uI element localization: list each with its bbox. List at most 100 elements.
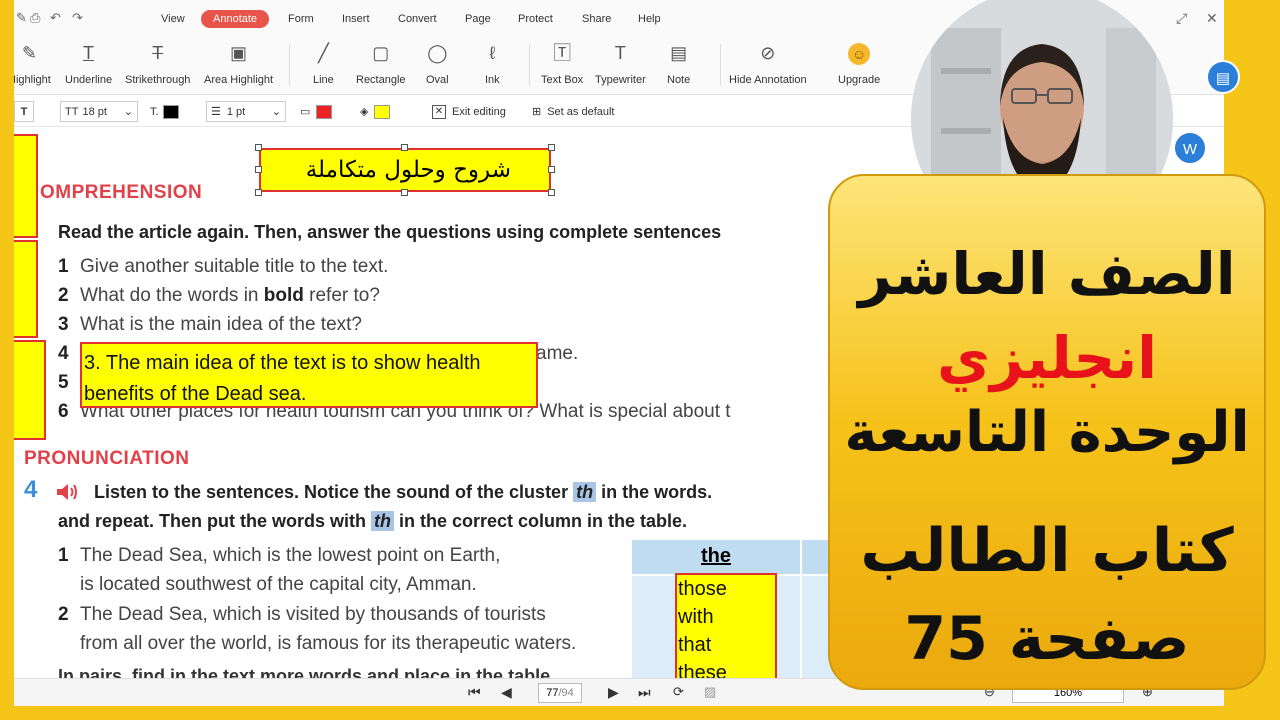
audio-speaker-icon[interactable] (56, 483, 78, 501)
upgrade-icon: ☺ (838, 40, 880, 66)
resize-handle[interactable] (548, 166, 555, 173)
pairs-instruction: In pairs, find in the text more words an… (58, 666, 551, 678)
resize-handle[interactable] (255, 189, 262, 196)
arabic-text-annotation[interactable]: شروح وحلول متكاملة (259, 148, 551, 192)
tool-text-box[interactable]: 🅃 Text Box (541, 40, 583, 86)
chevron-down-icon: ⌄ (123, 106, 133, 118)
menu-form[interactable]: Form (288, 13, 314, 25)
page-title: صفحة 75 (904, 604, 1190, 674)
font-size-select[interactable]: TT 18 pt ⌄ (60, 101, 138, 122)
question-3: 3 What is the main idea of the text? (58, 314, 362, 335)
text-box-icon: 🅃 (553, 43, 572, 63)
unit-title: الوحدة التاسعة (844, 400, 1250, 465)
tool-underline[interactable]: T Underline (65, 40, 112, 86)
tool-rectangle[interactable]: ▢ Rectangle (356, 40, 406, 86)
left-annotation-box[interactable] (14, 340, 46, 440)
font-size-icon: TT (65, 105, 79, 118)
oval-icon: ◯ (427, 43, 448, 63)
previous-page-icon[interactable]: ◀ (501, 684, 512, 701)
left-annotation-box[interactable] (14, 134, 38, 238)
tool-line[interactable]: ╱ Line (313, 40, 334, 86)
video-title-card: الصف العاشر انجليزي الوحدة التاسعة كتاب … (828, 174, 1266, 690)
answer-text-box[interactable]: 3. The main idea of the text is to show … (80, 342, 538, 408)
tool-hide-annotation[interactable]: ⊘ Hide Annotation (729, 40, 807, 86)
rectangle-icon: ▢ (372, 43, 390, 63)
subject-title: انجليزي (936, 324, 1158, 392)
exercise-number: 4 (24, 476, 38, 503)
tool-ink[interactable]: ℓ Ink (485, 40, 500, 86)
menu-view[interactable]: View (161, 13, 185, 25)
font-color-picker[interactable]: T. (150, 101, 179, 122)
close-icon[interactable]: ✕ (1206, 10, 1218, 27)
save-icon[interactable]: ✎ (16, 10, 27, 26)
question-4: 4 (58, 343, 69, 364)
hide-annotation-icon: ⊘ (760, 43, 776, 63)
print-icon[interactable]: ⎙ (30, 10, 40, 26)
menu-page[interactable]: Page (465, 13, 491, 25)
resize-handle[interactable] (401, 144, 408, 151)
font-color-icon: T. (150, 105, 159, 118)
menu-annotate[interactable]: Annotate (201, 10, 270, 28)
pronunciation-line-1: Listen to the sentences. Notice the soun… (94, 482, 713, 502)
highlight-icon: ✎ (21, 43, 37, 63)
line-width-icon: ☰ (211, 106, 221, 118)
exit-editing-button[interactable]: ✕ Exit editing (432, 101, 506, 122)
side-panel-icon[interactable]: ▤ (1206, 60, 1240, 94)
fill-color-picker[interactable]: ◈ (360, 101, 391, 122)
resize-handle[interactable] (255, 144, 262, 151)
tool-strikethrough[interactable]: T Strikethrough (125, 40, 190, 86)
line-width-select[interactable]: ☰ 1 pt ⌄ (206, 101, 286, 122)
menu-help[interactable]: Help (638, 13, 661, 25)
page-view-icon[interactable]: ▨ (704, 684, 716, 700)
ink-icon: ℓ (489, 43, 496, 63)
resize-handle[interactable] (401, 189, 408, 196)
redo-icon[interactable]: ↷ (72, 10, 83, 26)
border-color-icon: ▭ (300, 106, 311, 118)
table-header-the: the (632, 540, 800, 574)
tool-upgrade[interactable]: ☺ Upgrade (838, 40, 880, 86)
last-page-icon[interactable]: ⏭ (638, 684, 651, 701)
pronunciation-line-2: and repeat. Then put the words with th i… (58, 511, 688, 531)
border-color-swatch (316, 104, 333, 119)
typewriter-icon: T (614, 43, 626, 63)
resize-handle[interactable] (548, 144, 555, 151)
text-style-icon[interactable]: T (14, 101, 34, 122)
menu-convert[interactable]: Convert (398, 13, 437, 25)
book-title: كتاب الطالب (860, 516, 1234, 586)
underline-icon: T (83, 43, 95, 63)
left-annotation-box[interactable] (14, 240, 38, 338)
sentence-2: 2 The Dead Sea, which is visited by thous… (58, 604, 546, 625)
rotate-page-icon[interactable]: ⟳ (673, 684, 684, 700)
question-2: 2 What do the words in bold refer to? (58, 285, 380, 306)
tool-highlight[interactable]: ✎ Highlight (14, 40, 51, 86)
undo-icon[interactable]: ↶ (50, 10, 61, 26)
tool-note[interactable]: ▤ Note (667, 40, 690, 86)
first-page-icon[interactable]: ⏮ (468, 684, 481, 701)
sentence-2-cont: from all over the world, is famous for i… (80, 633, 577, 654)
convert-to-word-icon[interactable]: W (1173, 131, 1207, 165)
table-words-box[interactable]: those with that these (675, 573, 777, 678)
next-page-icon[interactable]: ▶ (608, 684, 619, 701)
sentence-1: 1 The Dead Sea, which is the lowest point… (58, 545, 501, 566)
note-icon: ▤ (670, 43, 688, 63)
menu-insert[interactable]: Insert (342, 13, 370, 25)
question-1: 1 Give another suitable title to the text… (58, 256, 389, 277)
tool-oval[interactable]: ◯ Oval (426, 40, 449, 86)
question-5: 5 (58, 372, 69, 393)
border-color-picker[interactable]: ▭ (300, 101, 333, 122)
set-default-icon: ⊞ (532, 106, 542, 118)
page-number-input[interactable]: 77/94 (538, 683, 582, 703)
tool-area-highlight[interactable]: ▣ Area Highlight (204, 40, 273, 86)
comprehension-heading: OMPREHENSION (40, 182, 203, 203)
set-as-default-button[interactable]: ⊞ Set as default (532, 101, 615, 122)
toolbar-divider (529, 44, 530, 86)
grade-title: الصف العاشر (858, 240, 1236, 308)
fullscreen-icon[interactable]: ⤢ (1176, 10, 1187, 27)
tool-typewriter[interactable]: T Typewriter (595, 40, 646, 86)
menu-share[interactable]: Share (582, 13, 611, 25)
resize-handle[interactable] (548, 189, 555, 196)
fill-color-swatch (374, 104, 391, 119)
menu-protect[interactable]: Protect (518, 13, 553, 25)
toolbar-divider (720, 44, 721, 86)
resize-handle[interactable] (255, 166, 262, 173)
